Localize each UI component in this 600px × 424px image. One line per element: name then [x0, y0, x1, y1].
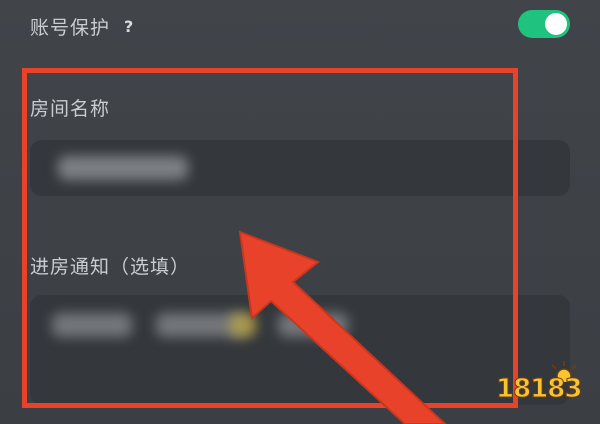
site-watermark: 18183	[492, 360, 592, 408]
settings-panel: 账号保护 ? 房间名称 进房通知（选填） 18183	[0, 0, 600, 424]
watermark-text: 18183	[495, 374, 582, 405]
